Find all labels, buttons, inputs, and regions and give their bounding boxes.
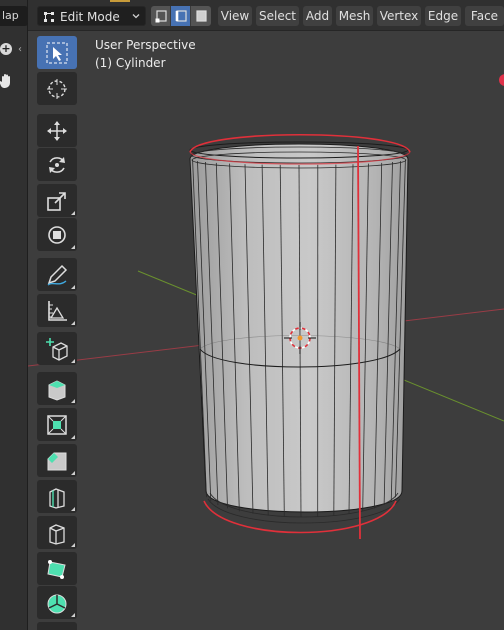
plus-icon[interactable]: + (0, 43, 12, 55)
extrude-icon (48, 380, 66, 401)
menu-add[interactable]: Add (303, 6, 332, 26)
chevron-left-icon[interactable]: ‹ (18, 44, 28, 56)
bevel-icon (47, 452, 67, 471)
spin-tool[interactable] (37, 586, 77, 619)
mode-dropdown[interactable]: Edit Mode (37, 6, 146, 26)
face-select-icon (196, 10, 207, 22)
gizmo-x-axis-icon[interactable] (499, 74, 504, 86)
transform-icon (48, 226, 66, 244)
rotate-tool[interactable] (37, 148, 77, 181)
poly-build-icon (47, 560, 66, 579)
submenu-indicator (71, 471, 75, 475)
poly-build-tool[interactable] (37, 552, 77, 585)
scale-tool[interactable] (37, 184, 77, 217)
select-mode-group (151, 6, 211, 26)
cursor-tool[interactable] (37, 72, 77, 105)
face-select-button[interactable] (191, 6, 211, 26)
viewport-perspective-label: User Perspective (95, 38, 196, 52)
submenu-indicator (71, 543, 75, 547)
vertex-select-icon (155, 10, 167, 23)
submenu-indicator (71, 435, 75, 439)
rotate-icon (49, 157, 65, 173)
smooth-tool[interactable] (37, 622, 77, 630)
submenu-indicator (71, 321, 75, 325)
ruler-icon (48, 301, 67, 321)
submenu-indicator (71, 359, 75, 363)
menu-view[interactable]: View (218, 6, 252, 26)
3d-viewport[interactable]: User Perspective (1) Cylinder (28, 31, 504, 630)
select-box-tool[interactable] (37, 36, 77, 69)
menu-select[interactable]: Select (256, 6, 299, 26)
submenu-indicator (71, 613, 75, 617)
cursor-box-icon (46, 42, 68, 64)
edit-mode-icon (44, 12, 54, 22)
extrude-tool[interactable] (37, 372, 77, 405)
menu-edge[interactable]: Edge (425, 6, 461, 26)
submenu-indicator (71, 285, 75, 289)
add-cube-tool[interactable] (37, 332, 77, 365)
annotate-tool[interactable] (37, 258, 77, 291)
submenu-indicator (71, 211, 75, 215)
knife-icon (49, 524, 65, 545)
menu-mesh[interactable]: Mesh (336, 6, 373, 26)
submenu-indicator (71, 399, 75, 403)
edge-select-icon (175, 10, 187, 22)
menu-face[interactable]: Face (465, 6, 504, 26)
vertex-select-button[interactable] (151, 6, 171, 26)
viewport-scene (28, 133, 504, 540)
loop-cut-icon (49, 488, 65, 509)
inset-icon (47, 415, 67, 435)
submenu-indicator (71, 245, 75, 249)
transform-tool[interactable] (37, 218, 77, 251)
viewport-header: Edit Mode View Select Add Mesh Vertex Ed… (28, 0, 504, 31)
move-tool[interactable] (37, 114, 77, 147)
loop-cut-tool[interactable] (37, 480, 77, 513)
left-tab-label: lap (2, 9, 19, 22)
spin-icon (47, 594, 67, 614)
move-arrows-icon (47, 121, 67, 141)
left-editor-tab[interactable]: lap (0, 6, 28, 26)
scale-icon (47, 192, 66, 211)
chevron-down-icon (132, 14, 140, 19)
knife-tool[interactable] (37, 516, 77, 549)
submenu-indicator (71, 507, 75, 511)
crosshair-icon (47, 79, 67, 99)
bevel-tool[interactable] (37, 444, 77, 477)
viewport-object-label: (1) Cylinder (95, 56, 166, 70)
measure-tool[interactable] (37, 294, 77, 327)
pencil-icon (47, 264, 68, 286)
menu-vertex[interactable]: Vertex (377, 6, 421, 26)
add-cube-icon (46, 338, 68, 361)
inset-tool[interactable] (37, 408, 77, 441)
hand-icon[interactable] (0, 72, 16, 90)
header-accent (110, 0, 130, 2)
edge-select-button[interactable] (171, 6, 191, 26)
left-editor-strip: lap + ‹ (0, 0, 28, 630)
mode-label: Edit Mode (60, 10, 120, 24)
